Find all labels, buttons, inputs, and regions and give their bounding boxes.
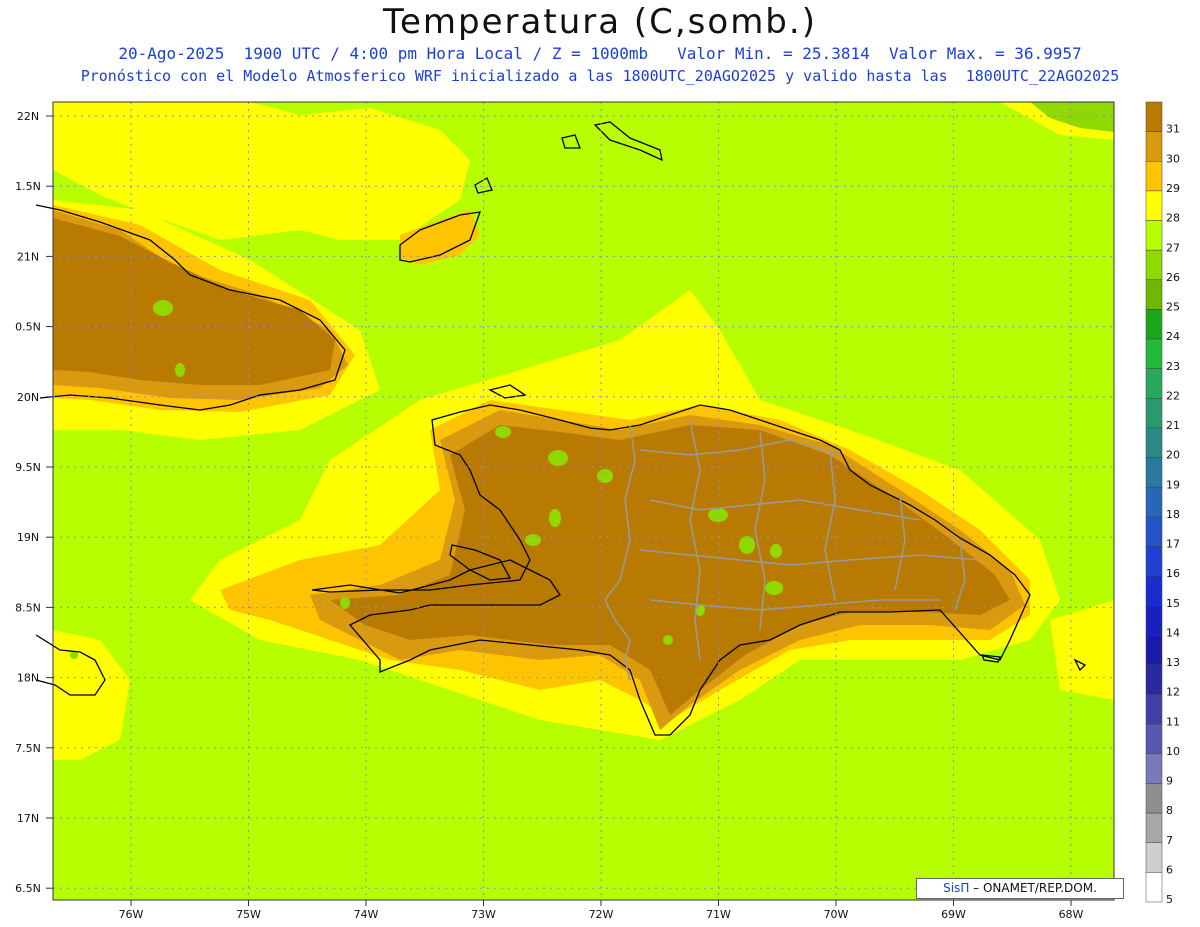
colorbar-label: 24 [1166, 330, 1180, 343]
colorbar-label: 27 [1166, 241, 1180, 254]
colorbar-label: 20 [1166, 449, 1180, 462]
colorbar-swatch [1145, 131, 1163, 162]
cool-spot [765, 581, 783, 595]
cool-spot [597, 469, 613, 483]
colorbar-swatch [1145, 161, 1163, 192]
longitude-axis: 76W 75W 74W 73W 72W 71W 70W 69W 68W [119, 900, 1084, 921]
lat-tick-label: 1.5N [15, 180, 41, 193]
colorbar-swatch [1145, 872, 1163, 903]
colorbar-swatch [1145, 546, 1163, 577]
lon-tick-label: 70W [824, 908, 849, 921]
colorbar-swatch [1145, 190, 1163, 221]
lon-tick-label: 76W [119, 908, 144, 921]
colorbar-label: 31 [1166, 123, 1180, 136]
cool-spot [770, 544, 782, 558]
colorbar-label: 6 [1166, 863, 1173, 876]
temperature-map: 22N 1.5N 21N 0.5N 20N 9.5N 19N 8.5N 18N 7.5N 17N 6.… [15, 101, 1180, 921]
colorbar-swatch [1145, 338, 1163, 369]
colorbar-swatch [1145, 723, 1163, 755]
latitude-axis: 22N 1.5N 21N 0.5N 20N 9.5N 19N 8.5N 18N 7.5N 17N 6.… [15, 110, 53, 895]
colorbar-swatch [1145, 753, 1163, 784]
colorbar-label: 29 [1166, 182, 1180, 195]
lat-tick-label: 8.5N [15, 601, 41, 614]
colorbar-label: 18 [1166, 508, 1180, 521]
colorbar-label: 8 [1166, 804, 1173, 817]
colorbar-swatch [1145, 279, 1163, 310]
colorbar-swatch [1145, 368, 1163, 399]
lat-tick-label: 0.5N [15, 321, 41, 334]
cool-spot [175, 363, 185, 377]
map-field [53, 102, 1114, 900]
colorbar-label: 5 [1166, 893, 1173, 906]
colorbar-label: 17 [1166, 538, 1180, 551]
colorbar-label: 19 [1166, 478, 1180, 491]
lon-tick-label: 75W [236, 908, 261, 921]
lat-tick-label: 21N [17, 250, 39, 263]
colorbar-swatch [1145, 309, 1163, 340]
cool-spot [525, 534, 541, 546]
credit-org: – ONAMET/REP.DOM. [973, 881, 1097, 895]
colorbar-swatch [1145, 575, 1163, 606]
colorbar-label: 22 [1166, 389, 1180, 402]
lat-tick-label: 19N [17, 531, 39, 544]
colorbar-label: 15 [1166, 597, 1180, 610]
colorbar-label: 11 [1166, 715, 1180, 728]
cool-spot [549, 509, 561, 527]
lat-tick-label: 9.5N [15, 461, 41, 474]
colorbar-swatch [1145, 398, 1163, 429]
colorbar-label: 23 [1166, 360, 1180, 373]
colorbar-label: 28 [1166, 212, 1180, 225]
colorbar-label: 26 [1166, 271, 1180, 284]
colorbar-label: 25 [1166, 301, 1180, 314]
credit-box: SisΠ – ONAMET/REP.DOM. [916, 878, 1124, 899]
cool-spot [495, 426, 511, 438]
colorbar-swatch [1145, 694, 1163, 725]
lon-tick-label: 71W [706, 908, 731, 921]
colorbar-label: 21 [1166, 419, 1180, 432]
colorbar-swatch [1145, 457, 1163, 488]
colorbar-swatch [1145, 249, 1163, 281]
lat-tick-label: 20N [17, 391, 39, 404]
colorbar-label: 9 [1166, 775, 1173, 788]
colorbar-label: 7 [1166, 834, 1173, 847]
colorbar-swatch [1145, 605, 1163, 636]
colorbar-label: 30 [1166, 152, 1180, 165]
lon-tick-label: 74W [354, 908, 379, 921]
cool-spot [739, 536, 755, 554]
lon-tick-label: 73W [471, 908, 496, 921]
cool-spot [548, 450, 568, 466]
colorbar-swatch [1145, 783, 1163, 814]
colorbar-swatch [1145, 516, 1163, 547]
lat-tick-label: 17N [17, 812, 39, 825]
colorbar-label: 14 [1166, 626, 1180, 639]
lat-tick-label: 7.5N [15, 742, 41, 755]
lon-tick-label: 68W [1059, 908, 1084, 921]
colorbar-swatch [1145, 220, 1163, 251]
colorbar-swatch [1145, 101, 1163, 132]
colorbar-label: 10 [1166, 745, 1180, 758]
colorbar-label: 12 [1166, 686, 1180, 699]
cool-spot [153, 300, 173, 316]
colorbar-swatch [1145, 427, 1163, 458]
lat-tick-label: 6.5N [15, 882, 41, 895]
lat-tick-label: 22N [17, 110, 39, 123]
colorbar-swatch [1145, 842, 1163, 873]
colorbar-swatch [1145, 664, 1163, 695]
lon-tick-label: 69W [941, 908, 966, 921]
lat-tick-label: 18N [17, 672, 39, 685]
colorbar: 31 30 29 28 27 26 25 24 23 22 21 20 19 18 17 16 15 14 13 12… [1145, 101, 1180, 906]
lon-tick-label: 72W [589, 908, 614, 921]
colorbar-swatch [1145, 486, 1163, 518]
credit-brand: SisΠ [943, 881, 970, 895]
cool-spot [663, 635, 673, 645]
colorbar-swatch [1145, 635, 1163, 666]
colorbar-swatch [1145, 812, 1163, 843]
colorbar-label: 16 [1166, 567, 1180, 580]
colorbar-label: 13 [1166, 656, 1180, 669]
